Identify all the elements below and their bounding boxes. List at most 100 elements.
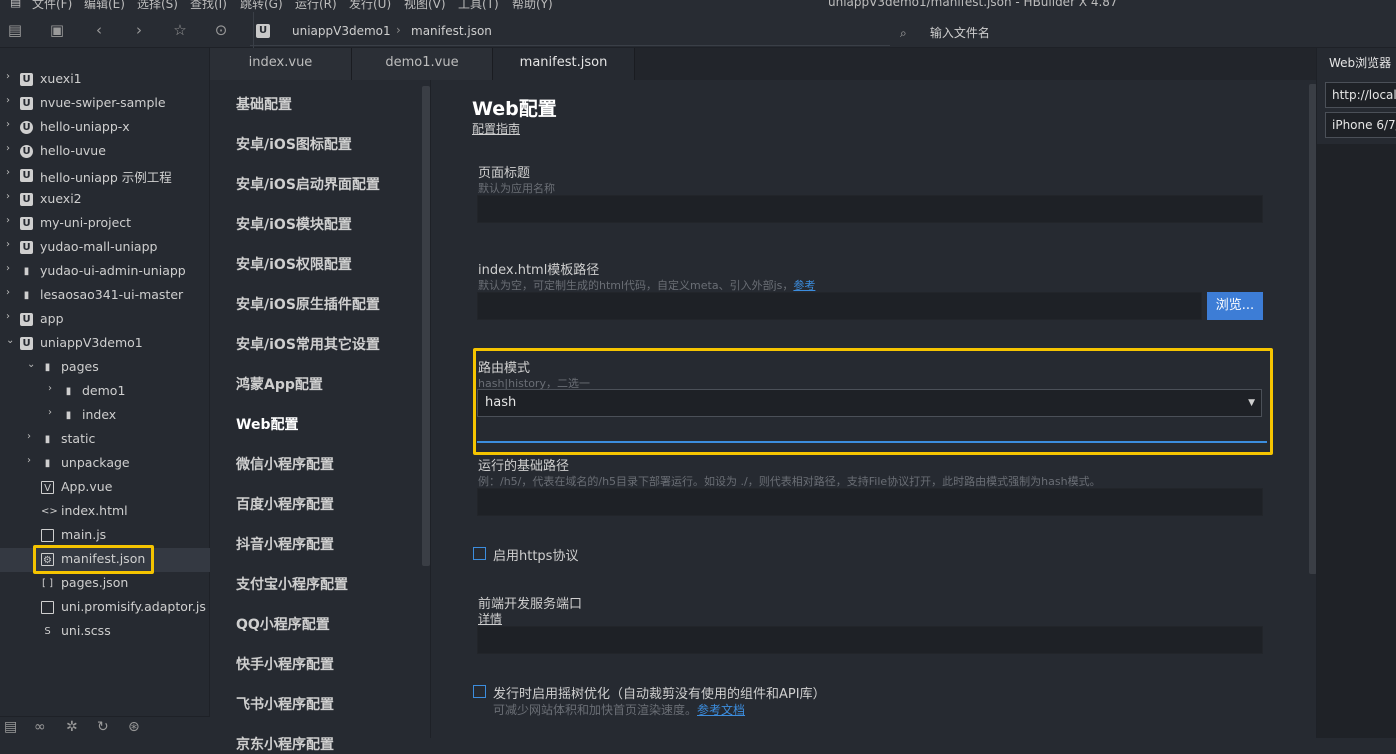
port-details-link[interactable]: 详情 <box>478 610 502 627</box>
run-icon[interactable]: ⊙ <box>212 21 230 39</box>
tree-item[interactable]: › Umy-uni-project <box>0 212 210 236</box>
chevron-right-icon[interactable]: › <box>27 431 31 442</box>
cloud-refresh-icon[interactable]: ↻ <box>97 719 109 735</box>
chevron-right-icon[interactable]: › <box>6 143 10 154</box>
nav-item[interactable]: 基础配置 <box>236 94 292 114</box>
nav-item[interactable]: 飞书小程序配置 <box>236 694 334 714</box>
tree-item[interactable]: › Uyudao-mall-uniapp <box>0 236 210 260</box>
nav-item[interactable]: 安卓/iOS启动界面配置 <box>236 174 380 194</box>
bug-icon[interactable]: ✲ <box>66 719 78 735</box>
tree-item[interactable]: ⌄ ▮ pages <box>0 356 210 380</box>
tree-item[interactable]: › Uapp <box>0 308 210 332</box>
chevron-right-icon[interactable]: › <box>6 239 10 250</box>
tree-item[interactable]: Suni.scss <box>0 620 210 644</box>
tree-item[interactable]: uni.promisify.adaptor.js <box>0 596 210 620</box>
tree-item[interactable]: › ▮ demo1 <box>0 380 210 404</box>
tree-item[interactable]: › Uhello-uniapp-x <box>0 116 210 140</box>
menu-app-icon[interactable]: ▤ <box>10 0 21 9</box>
tree-item[interactable]: › Unvue-swiper-sample <box>0 92 210 116</box>
page-title-input[interactable] <box>477 195 1263 223</box>
tree-item[interactable]: › ▮ lesaosao341-ui-master <box>0 284 210 308</box>
tree-item[interactable]: › Uxuexi2 <box>0 188 210 212</box>
project-manager-icon[interactable]: ▤ <box>4 719 17 735</box>
nav-item[interactable]: 支付宝小程序配置 <box>236 574 348 594</box>
tree-item[interactable]: › ▮ yudao-ui-admin-uniapp <box>0 260 210 284</box>
nav-scrollbar[interactable] <box>422 86 430 566</box>
chevron-right-icon[interactable]: › <box>6 215 10 226</box>
goto-file-input[interactable]: ⌕ 输入文件名 <box>900 24 990 41</box>
nav-item[interactable]: 百度小程序配置 <box>236 494 334 514</box>
menu-tools[interactable]: 工具(T) <box>458 0 499 12</box>
browser-url-input[interactable]: http://localhost <box>1325 82 1396 108</box>
code-icon: S <box>44 626 51 637</box>
chevron-right-icon[interactable]: › <box>6 287 10 298</box>
menu-select[interactable]: 选择(S) <box>137 0 178 12</box>
chevron-right-icon[interactable]: › <box>6 71 10 82</box>
new-file-icon[interactable]: ▤ <box>6 21 24 39</box>
base-path-input[interactable] <box>477 488 1263 516</box>
tree-item[interactable]: › ▮ static <box>0 428 210 452</box>
nav-item[interactable]: 快手小程序配置 <box>236 654 334 674</box>
tree-item[interactable]: › ▮ unpackage <box>0 452 210 476</box>
binoculars-icon[interactable]: ∞ <box>34 719 46 735</box>
tree-item[interactable]: › Uhello-uniapp 示例工程 <box>0 164 210 188</box>
menu-file[interactable]: 文件(F) <box>32 0 72 12</box>
tree-item[interactable]: V App.vue <box>0 476 210 500</box>
menu-view[interactable]: 视图(V) <box>404 0 446 12</box>
forward-icon[interactable]: › <box>130 21 148 39</box>
save-icon[interactable]: ▣ <box>48 21 66 39</box>
menu-run[interactable]: 运行(R) <box>295 0 337 12</box>
router-mode-select[interactable]: hash ▼ <box>477 389 1262 417</box>
config-guide-link[interactable]: 配置指南 <box>472 120 520 137</box>
tree-item[interactable]: ⌄ UuniappV3demo1 <box>0 332 210 356</box>
chevron-right-icon[interactable]: › <box>6 311 10 322</box>
browser-device-select[interactable]: iPhone 6/7/8 <box>1325 112 1396 138</box>
treeshake-checkbox[interactable] <box>473 685 486 698</box>
nav-item[interactable]: QQ小程序配置 <box>236 614 330 634</box>
breadcrumb-file[interactable]: manifest.json <box>411 24 492 38</box>
tree-item[interactable]: › Uxuexi1 <box>0 68 210 92</box>
port-input[interactable] <box>477 626 1263 654</box>
nav-item[interactable]: 抖音小程序配置 <box>236 534 334 554</box>
menu-edit[interactable]: 编辑(E) <box>84 0 125 12</box>
menu-goto[interactable]: 跳转(G) <box>240 0 283 12</box>
plugin-icon[interactable]: ⊛ <box>128 719 140 735</box>
favorite-star-icon[interactable]: ☆ <box>171 21 189 39</box>
nav-item[interactable]: Web配置 <box>236 414 298 434</box>
chevron-right-icon[interactable]: › <box>6 95 10 106</box>
chevron-right-icon[interactable]: › <box>6 263 10 274</box>
back-icon[interactable]: ‹ <box>90 21 108 39</box>
chevron-right-icon[interactable]: › <box>6 167 10 178</box>
chevron-right-icon[interactable]: › <box>27 455 31 466</box>
tree-item[interactable]: [ ] pages.json <box>0 572 210 596</box>
nav-item[interactable]: 安卓/iOS权限配置 <box>236 254 352 274</box>
tree-item[interactable]: › ▮ index <box>0 404 210 428</box>
treeshake-doc-link[interactable]: 参考文档 <box>697 703 745 717</box>
chevron-right-icon[interactable]: › <box>48 383 52 394</box>
nav-item[interactable]: 京东小程序配置 <box>236 734 334 754</box>
chevron-right-icon[interactable]: › <box>48 407 52 418</box>
nav-item[interactable]: 鸿蒙App配置 <box>236 374 323 394</box>
menu-find[interactable]: 查找(I) <box>190 0 227 12</box>
breadcrumb-project[interactable]: uniappV3demo1 <box>292 24 391 38</box>
template-path-input[interactable] <box>477 292 1202 320</box>
chevron-down-icon[interactable]: ⌄ <box>6 335 14 346</box>
nav-item[interactable]: 微信小程序配置 <box>236 454 334 474</box>
tab-manifest-json[interactable]: manifest.json <box>493 48 635 80</box>
menu-help[interactable]: 帮助(Y) <box>512 0 553 12</box>
nav-item[interactable]: 安卓/iOS模块配置 <box>236 214 352 234</box>
browse-button[interactable]: 浏览... <box>1207 292 1263 320</box>
tree-item[interactable]: <> index.html <box>0 500 210 524</box>
template-ref-link[interactable]: 参考 <box>793 279 815 292</box>
chevron-right-icon[interactable]: › <box>6 119 10 130</box>
tree-item[interactable]: › Uhello-uvue <box>0 140 210 164</box>
nav-item[interactable]: 安卓/iOS原生插件配置 <box>236 294 380 314</box>
https-checkbox[interactable] <box>473 547 486 560</box>
menu-publish[interactable]: 发行(U) <box>349 0 391 12</box>
tab-index-vue[interactable]: index.vue <box>210 48 352 80</box>
chevron-down-icon[interactable]: ⌄ <box>27 359 35 370</box>
nav-item[interactable]: 安卓/iOS图标配置 <box>236 134 352 154</box>
tab-demo1-vue[interactable]: demo1.vue <box>352 48 493 80</box>
nav-item[interactable]: 安卓/iOS常用其它设置 <box>236 334 380 354</box>
chevron-right-icon[interactable]: › <box>6 191 10 202</box>
